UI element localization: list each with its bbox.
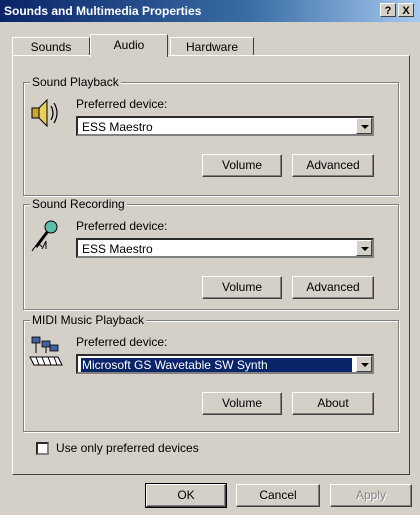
help-button[interactable]: ?	[380, 3, 396, 17]
ok-button[interactable]: OK	[145, 483, 227, 508]
recording-device-select[interactable]: ESS Maestro	[76, 238, 374, 258]
recording-volume-button[interactable]: Volume	[202, 276, 282, 299]
speaker-icon	[31, 98, 58, 128]
midi-volume-button[interactable]: Volume	[202, 392, 282, 415]
sound-recording-label: Sound Recording	[30, 197, 127, 211]
close-button[interactable]: X	[398, 3, 414, 17]
playback-device-select[interactable]: ESS Maestro	[76, 116, 374, 136]
recording-advanced-button[interactable]: Advanced	[292, 276, 374, 299]
chevron-down-icon[interactable]	[356, 118, 372, 134]
playback-advanced-button[interactable]: Advanced	[292, 154, 374, 177]
chevron-down-icon[interactable]	[356, 356, 372, 372]
midi-playback-group: MIDI Music Playback Preferred device: Mi…	[23, 313, 399, 432]
midi-keyboard-icon	[29, 336, 63, 366]
midi-preferred-label: Preferred device:	[76, 335, 168, 349]
cancel-button[interactable]: Cancel	[236, 484, 320, 507]
playback-device-value: ESS Maestro	[82, 120, 153, 134]
recording-preferred-label: Preferred device:	[76, 219, 168, 233]
playback-preferred-label: Preferred device:	[76, 97, 168, 111]
midi-device-value: Microsoft GS Wavetable SW Synth	[81, 358, 352, 372]
title-bar[interactable]: Sounds and Multimedia Properties ? X	[0, 0, 420, 22]
sound-playback-group: Sound Playback Preferred device: ESS Mae…	[23, 75, 399, 196]
preferred-only-checkbox[interactable]	[36, 442, 49, 455]
midi-device-select[interactable]: Microsoft GS Wavetable SW Synth	[76, 354, 374, 374]
playback-volume-button[interactable]: Volume	[202, 154, 282, 177]
preferred-only-label[interactable]: Use only preferred devices	[56, 441, 199, 455]
apply-button[interactable]: Apply	[330, 484, 412, 507]
sound-recording-group: Sound Recording Preferred device: ESS Ma…	[23, 197, 399, 310]
window-title: Sounds and Multimedia Properties	[4, 4, 202, 18]
tab-hardware[interactable]: Hardware	[170, 37, 254, 56]
midi-about-button[interactable]: About	[292, 392, 374, 415]
tab-audio[interactable]: Audio	[90, 34, 168, 57]
tab-panel-audio: Sound Playback Preferred device: ESS Mae…	[12, 55, 410, 475]
sound-playback-label: Sound Playback	[30, 75, 121, 89]
recording-device-value: ESS Maestro	[82, 242, 153, 256]
midi-playback-label: MIDI Music Playback	[30, 313, 147, 327]
chevron-down-icon[interactable]	[356, 240, 372, 256]
microphone-icon	[31, 220, 58, 252]
tab-sounds[interactable]: Sounds	[12, 37, 90, 56]
